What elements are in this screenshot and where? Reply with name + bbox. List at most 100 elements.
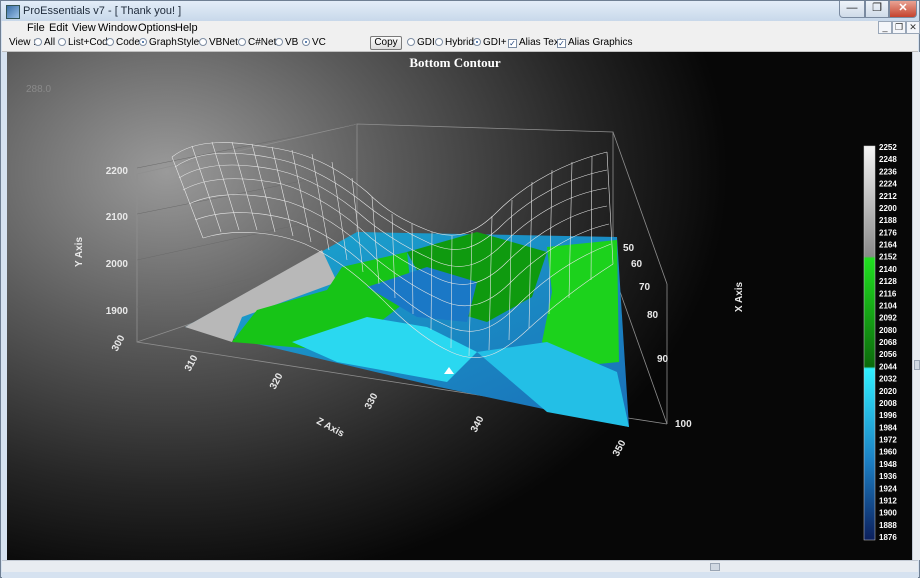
render-radio-hybrid[interactable]: Hybrid	[435, 37, 474, 48]
legend-value: 1876	[879, 533, 897, 542]
view-radio-all[interactable]: All	[34, 37, 55, 48]
menu-file[interactable]: File	[27, 22, 45, 34]
render-radio-gdiplus[interactable]: GDI+	[473, 37, 507, 48]
legend-value: 2252	[879, 143, 897, 152]
mdi-close-button[interactable]: ✕	[906, 21, 920, 34]
horizontal-scroll-thumb[interactable]	[710, 563, 720, 571]
checkbox-label: Alias Text	[519, 37, 562, 48]
mdi-restore-button[interactable]: ❐	[892, 21, 906, 34]
menu-view[interactable]: View	[72, 22, 96, 34]
radio-label: GDI+	[483, 37, 507, 48]
radio-label: Code	[116, 37, 140, 48]
legend-value: 1924	[879, 484, 897, 493]
radio-selected-icon	[139, 38, 147, 46]
legend-value: 2128	[879, 277, 897, 286]
menu-help[interactable]: Help	[175, 22, 198, 34]
chart-title: Bottom Contour	[409, 55, 501, 70]
radio-icon	[407, 38, 415, 46]
z-tick-label: 350	[611, 438, 629, 458]
view-radio-code[interactable]: Code	[106, 37, 140, 48]
z-tick-label: 340	[469, 414, 487, 434]
style-radio-vc[interactable]: VC	[302, 37, 326, 48]
checkmark-icon: ✓	[557, 39, 566, 48]
close-button[interactable]: ✕	[889, 1, 917, 18]
x-tick-label: 90	[657, 354, 669, 365]
radio-label: Hybrid	[445, 37, 474, 48]
radio-icon	[199, 38, 207, 46]
legend-value: 2212	[879, 192, 897, 201]
alias-graphics-checkbox[interactable]: ✓ Alias Graphics	[557, 37, 632, 48]
radio-icon	[275, 38, 283, 46]
legend-value: 2200	[879, 204, 897, 213]
alias-text-checkbox[interactable]: ✓ Alias Text	[508, 37, 562, 48]
radio-label: Graph	[149, 37, 177, 48]
legend-value: 2092	[879, 314, 897, 323]
z-tick-label: 330	[363, 391, 381, 411]
toolbar: View : All List+Code Code Graph Style : …	[2, 35, 918, 52]
legend-value: 1984	[879, 423, 897, 432]
surface-chart: Bottom Contour 288.0 Y Axis X Axis Z Axi…	[26, 55, 897, 542]
copy-button[interactable]: Copy	[370, 36, 402, 50]
x-tick-label: 60	[631, 259, 643, 270]
radio-icon	[435, 38, 443, 46]
radio-label: VC	[312, 37, 326, 48]
radio-label: VB	[285, 37, 299, 48]
legend-value: 2176	[879, 228, 897, 237]
style-radio-vbnet[interactable]: VBNet	[199, 37, 238, 48]
radio-selected-icon	[302, 38, 310, 46]
z-tick-label: 310	[183, 353, 201, 373]
mdi-minimize-button[interactable]: _	[878, 21, 892, 34]
menu-edit[interactable]: Edit	[49, 22, 68, 34]
app-window: ProEssentials v7 - [ Thank you! ] — ❐ ✕ …	[0, 0, 920, 578]
style-radio-csharp[interactable]: C#Net	[238, 37, 276, 48]
maximize-button[interactable]: ❐	[865, 1, 889, 18]
legend-value: 2032	[879, 375, 897, 384]
legend-value: 2140	[879, 265, 897, 274]
chart-area[interactable]: Bottom Contour 288.0 Y Axis X Axis Z Axi…	[7, 52, 912, 560]
y-tick-label: 2000	[106, 259, 129, 270]
y-tick-label: 2100	[106, 212, 129, 223]
legend-value: 1960	[879, 448, 897, 457]
y-axis-label: Y Axis	[74, 237, 85, 267]
legend-value: 2248	[879, 155, 897, 164]
vertical-scroll-thumb[interactable]	[914, 360, 920, 370]
legend-value: 1912	[879, 496, 897, 505]
radio-icon	[238, 38, 246, 46]
legend-value: 2020	[879, 387, 897, 396]
app-icon	[6, 5, 20, 19]
view-label: View :	[9, 37, 37, 48]
x-tick-label: 50	[623, 243, 635, 254]
window-title: ProEssentials v7 - [ Thank you! ]	[23, 5, 182, 17]
legend-value: 2152	[879, 253, 897, 262]
legend-value: 1972	[879, 436, 897, 445]
legend-value: 2104	[879, 301, 897, 310]
view-radio-graph[interactable]: Graph	[139, 37, 177, 48]
legend-value: 2188	[879, 216, 897, 225]
radio-label: All	[44, 37, 56, 48]
radio-label: GDI	[417, 37, 435, 48]
radio-icon	[34, 38, 42, 46]
x-tick-label: 100	[675, 419, 692, 430]
vertical-scrollbar[interactable]	[912, 52, 920, 560]
z-axis-label: Z Axis	[315, 416, 347, 440]
x-axis-label: X Axis	[734, 281, 745, 312]
radio-selected-icon	[473, 38, 481, 46]
render-radio-gdi[interactable]: GDI	[407, 37, 435, 48]
legend-value: 2068	[879, 338, 897, 347]
legend-value: 1996	[879, 411, 897, 420]
menu-window[interactable]: Window	[98, 22, 137, 34]
legend-value: 2044	[879, 362, 897, 371]
legend-value: 2056	[879, 350, 897, 359]
style-radio-vb[interactable]: VB	[275, 37, 298, 48]
legend-value: 2080	[879, 326, 897, 335]
minimize-button[interactable]: —	[839, 1, 865, 18]
legend-value: 2116	[879, 289, 897, 298]
legend-value: 2164	[879, 241, 897, 250]
radio-label: VBNet	[209, 37, 238, 48]
title-bar[interactable]: ProEssentials v7 - [ Thank you! ] — ❐ ✕	[1, 1, 919, 21]
checkbox-label: Alias Graphics	[568, 37, 633, 48]
legend-value: 1936	[879, 472, 897, 481]
radio-icon	[58, 38, 66, 46]
legend-value: 1948	[879, 460, 897, 469]
menu-options[interactable]: Options	[138, 22, 176, 34]
